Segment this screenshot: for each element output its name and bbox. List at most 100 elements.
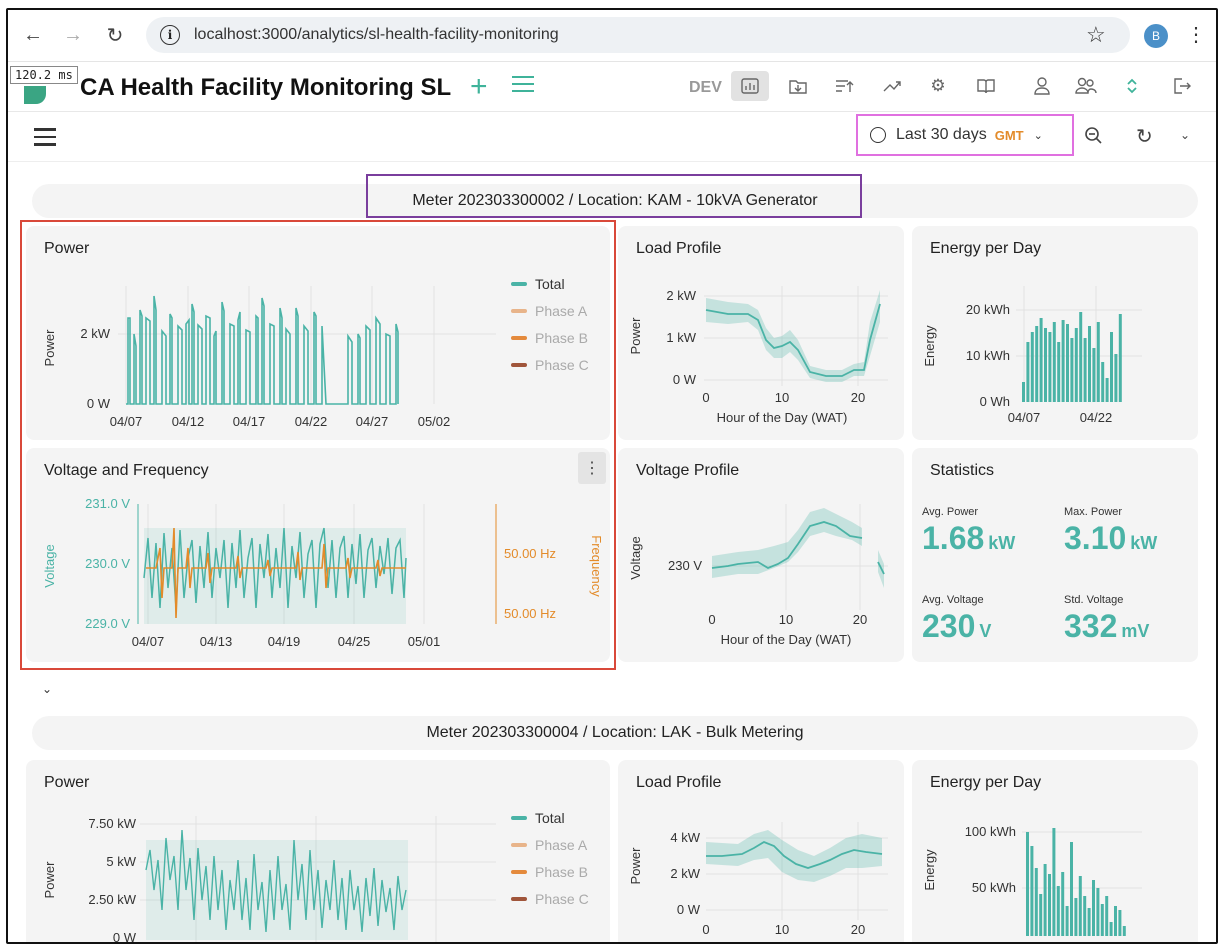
x-axis-label: Hour of the Day (WAT): [721, 632, 852, 647]
energy-bar: [1070, 338, 1074, 402]
x-tick-label: 10: [775, 390, 789, 405]
refresh-icon[interactable]: ↻: [1136, 124, 1153, 149]
user-icon[interactable]: [1030, 74, 1054, 98]
energy-bar: [1056, 886, 1060, 936]
forward-icon[interactable]: →: [60, 22, 86, 48]
browser-chrome: ← → ↻ i localhost:3000/analytics/sl-heal…: [8, 10, 1216, 62]
energy-chart: 100 kWh 50 kWh Energy: [922, 824, 1142, 936]
sort-icon[interactable]: [832, 74, 856, 98]
energy-bar: [1122, 926, 1126, 936]
y-tick-label: 2 kW: [670, 866, 700, 881]
meter-row-header[interactable]: Meter 202303300004 / Location: LAK - Bul…: [32, 716, 1198, 750]
energy-bar: [1048, 332, 1052, 402]
users-icon[interactable]: [1074, 74, 1098, 98]
x-tick-label: 0: [708, 612, 715, 627]
url-text[interactable]: localhost:3000/analytics/sl-health-facil…: [194, 26, 559, 44]
list-menu-icon[interactable]: [512, 76, 534, 92]
collapse-chevron-icon[interactable]: ⌄: [42, 682, 52, 696]
stat-value: 332 mV: [1064, 608, 1150, 644]
app-logo: [24, 86, 46, 104]
x-tick-label: 10: [775, 922, 789, 937]
expand-collapse-icon[interactable]: [1120, 74, 1144, 98]
load-band: [706, 290, 880, 382]
energy-bar: [1039, 318, 1043, 402]
chart-icon[interactable]: [731, 71, 769, 101]
logout-icon[interactable]: [1170, 74, 1194, 98]
energy-bar: [1114, 354, 1118, 402]
energy-bar: [1096, 888, 1100, 936]
chevron-down-icon: ⌄: [1033, 129, 1043, 142]
energy-bar: [1057, 342, 1061, 402]
x-tick-label: 20: [851, 922, 865, 937]
y-axis-label: Voltage: [628, 536, 643, 579]
y-axis-label: Power: [628, 847, 643, 885]
legend-item[interactable]: Phase B: [511, 864, 588, 880]
energy-bar: [1118, 314, 1122, 402]
statistics-panel: Statistics Avg. Power 1.68 kW Max. Power …: [912, 448, 1198, 662]
page-title: CA Health Facility Monitoring SL: [80, 74, 452, 101]
y-tick-label: 2.50 kW: [88, 892, 136, 907]
y-tick-label: 0 W: [677, 902, 701, 917]
bookmark-star-icon[interactable]: ☆: [1086, 22, 1106, 48]
energy-bar: [1026, 342, 1030, 402]
time-range-label: Last 30 days: [896, 126, 987, 143]
y-axis-label: Energy: [922, 325, 937, 367]
x-axis-label: Hour of the Day (WAT): [717, 410, 848, 425]
zoom-out-icon[interactable]: [1084, 126, 1104, 151]
voltage-profile-panel: Voltage Profile 230 V Voltage 0 10 20 Ho…: [618, 448, 904, 662]
chevron-down-icon[interactable]: ⌄: [1180, 128, 1190, 142]
load-profile-chart: 4 kW 2 kW 0 W Power 0 10 20: [628, 822, 888, 937]
timezone-label: GMT: [994, 127, 1024, 143]
energy-bar: [1048, 874, 1051, 936]
legend-item[interactable]: Phase C: [511, 891, 589, 907]
energy-bar: [1044, 328, 1047, 402]
reload-icon[interactable]: ↻: [102, 22, 128, 48]
meter-heading: Meter 202303300004 / Location: LAK - Bul…: [426, 724, 804, 741]
energy-bar: [1030, 332, 1034, 402]
y-tick-label: 5 kW: [106, 854, 136, 869]
back-icon[interactable]: ←: [20, 22, 46, 48]
sidebar-toggle-icon[interactable]: [34, 128, 56, 146]
book-icon[interactable]: [974, 74, 998, 98]
x-tick-label: 0: [702, 390, 709, 405]
address-bar[interactable]: i localhost:3000/analytics/sl-health-fac…: [146, 17, 1130, 53]
gear-icon[interactable]: ⚙: [926, 74, 950, 98]
app-header: 120.2 ms CA Health Facility Monitoring S…: [8, 62, 1216, 112]
time-range-picker[interactable]: Last 30 days GMT ⌄: [856, 114, 1074, 156]
clock-icon: [870, 127, 886, 143]
add-icon[interactable]: +: [470, 70, 488, 104]
stat-value: 230 V: [922, 608, 992, 644]
perf-badge: 120.2 ms: [10, 66, 78, 84]
energy-bar: [1074, 898, 1078, 936]
energy-chart: 20 kWh 10 kWh 0 Wh Energy 04/07 04/22: [922, 286, 1142, 425]
x-tick-label: 20: [851, 390, 865, 405]
energy-per-day-panel: Energy per Day 100 kWh 50 kWh Energy: [912, 760, 1198, 942]
trend-icon[interactable]: [880, 74, 904, 98]
energy-bar: [1074, 328, 1078, 402]
dashboard-content: Meter 202303300002 / Location: KAM - 10k…: [8, 162, 1216, 944]
profile-avatar[interactable]: B: [1144, 24, 1168, 48]
legend-item[interactable]: Total: [511, 810, 565, 826]
energy-bar: [1118, 910, 1122, 936]
energy-bar: [1109, 922, 1113, 936]
x-tick-label: 04/22: [1080, 410, 1113, 425]
meter-heading-highlight: [366, 174, 862, 218]
legend-item[interactable]: Phase A: [511, 837, 587, 853]
site-info-icon[interactable]: i: [160, 25, 180, 45]
y-tick-label: 4 kW: [670, 830, 700, 845]
energy-bar: [1088, 326, 1091, 402]
panel-title: Statistics: [930, 462, 995, 479]
x-tick-label: 04/07: [1008, 410, 1041, 425]
energy-bar: [1100, 904, 1104, 936]
energy-bar: [1079, 312, 1083, 402]
stat-value: 1.68 kW: [922, 520, 1016, 556]
energy-bar: [1101, 362, 1105, 402]
energy-bar: [1105, 896, 1109, 936]
energy-bar: [1052, 322, 1056, 402]
download-folder-icon[interactable]: [786, 74, 810, 98]
y-tick-label: 0 W: [113, 930, 137, 944]
energy-bar: [1110, 332, 1113, 402]
stat-label: Avg. Power: [922, 506, 979, 518]
browser-menu-icon[interactable]: ⋮: [1186, 22, 1206, 47]
load-profile-panel: Load Profile 2 kW 1 kW 0 W Power 0 10 20…: [618, 226, 904, 440]
